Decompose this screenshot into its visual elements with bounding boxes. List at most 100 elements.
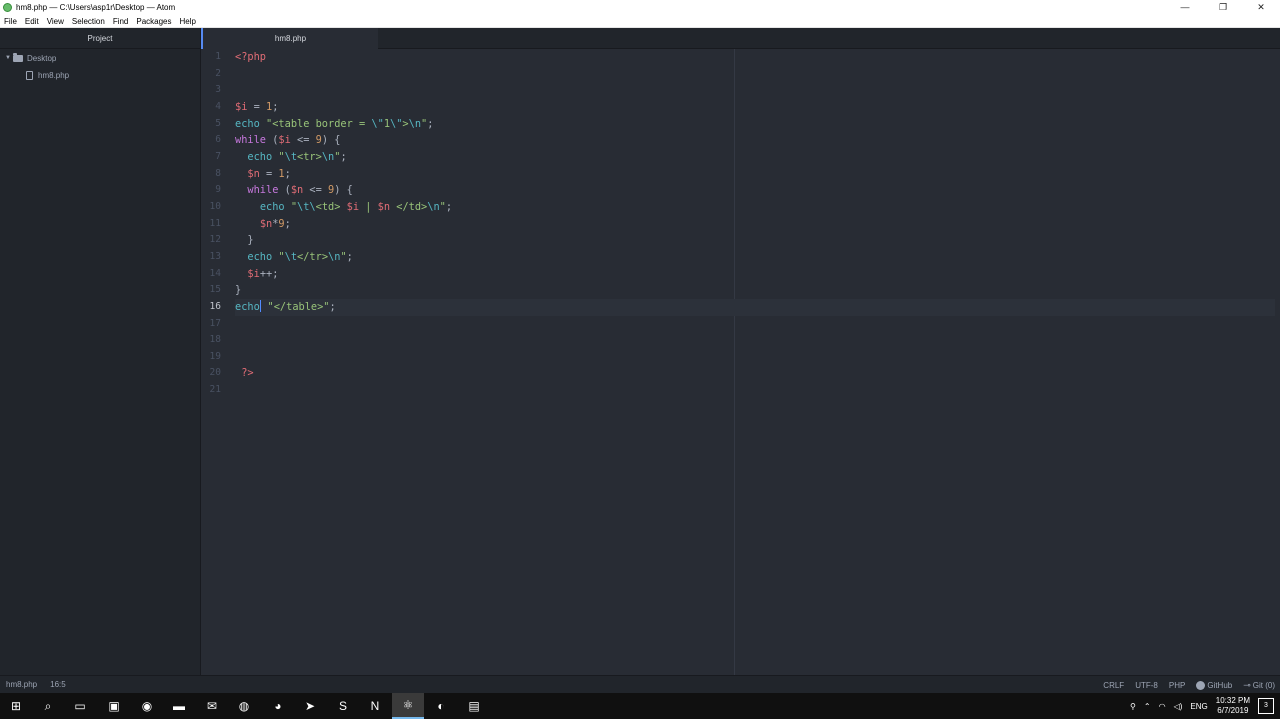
chevron-down-icon[interactable]: ▼ [5,50,13,67]
menu-file[interactable]: File [0,17,21,26]
line-number[interactable]: 8 [201,166,229,183]
language-indicator[interactable]: ENG [1190,702,1207,711]
chrome-icon[interactable]: ◍ [228,693,260,719]
close-button[interactable]: ✕ [1242,0,1280,15]
menu-help[interactable]: Help [176,17,200,26]
code-token: | [359,200,378,213]
discord-icon[interactable]: ◕ [262,693,294,719]
line-number[interactable]: 14 [201,266,229,283]
code-line[interactable]: echo "</table>"; [235,298,1275,316]
code-token: \n [427,200,440,213]
status-line-ending[interactable]: CRLF [1103,677,1124,695]
line-number[interactable]: 15 [201,282,229,299]
line-number[interactable]: 10 [201,199,229,216]
file-explorer-icon[interactable]: ▬ [163,693,195,719]
line-number-gutter[interactable]: 1 2 3 4 5 6 7 8 9 10 11 12 13 14 15 16 17 18 19 20 21 [201,49,229,399]
code-line[interactable]: $n*9; [235,216,1275,233]
menu-edit[interactable]: Edit [21,17,43,26]
code-editor[interactable]: 1 2 3 4 5 6 7 8 9 10 11 12 13 14 15 16 17 18 19 20 21 <?php $… [201,49,1280,675]
notification-icon[interactable]: 3 [1258,698,1274,714]
line-number[interactable]: 9 [201,182,229,199]
line-number[interactable]: 20 [201,365,229,382]
tree-file-hm8[interactable]: hm8.php [0,67,200,84]
menu-packages[interactable]: Packages [132,17,175,26]
status-github[interactable]: GitHub [1196,677,1232,695]
telegram-icon[interactable]: ➤ [294,693,326,719]
code-line[interactable]: while ($i <= 9) { [235,132,1275,149]
code-token: \" [390,117,403,130]
mail-icon[interactable]: ✉ [196,693,228,719]
line-number[interactable]: 19 [201,349,229,366]
code-lines[interactable]: <?php $i = 1; echo "<table border = \"1\">… [235,49,1275,399]
minimize-button[interactable]: — [1166,0,1204,15]
line-number[interactable]: 7 [201,149,229,166]
people-icon[interactable]: ⚲ [1130,702,1136,711]
menu-view[interactable]: View [43,17,68,26]
store-icon[interactable]: ▣ [98,693,130,719]
volume-icon[interactable]: ◁) [1174,702,1183,711]
code-line[interactable]: $n = 1; [235,166,1275,183]
clapper-icon[interactable]: ▤ [458,693,490,719]
line-number[interactable]: 6 [201,132,229,149]
code-line[interactable]: echo "\t<tr>\n"; [235,149,1275,166]
github-icon [1196,680,1206,690]
notification-count: 3 [1264,702,1268,709]
line-number[interactable]: 11 [201,216,229,233]
code-line[interactable]: <?php [235,49,1275,66]
skype-icon[interactable]: S [327,693,359,719]
line-number[interactable]: 21 [201,382,229,399]
task-view-icon[interactable]: ▭ [64,693,96,719]
line-number[interactable]: 13 [201,249,229,266]
line-number[interactable]: 16 [201,299,229,316]
start-icon[interactable]: ⊞ [0,693,32,719]
line-number[interactable]: 2 [201,66,229,83]
code-line[interactable]: } [235,282,1275,299]
status-file-name[interactable]: hm8.php [6,676,37,694]
menu-find[interactable]: Find [109,17,133,26]
atom-icon[interactable]: ⚛ [392,693,424,719]
code-token: \n [408,117,422,130]
notion-icon[interactable]: N [359,693,391,719]
line-number[interactable]: 4 [201,99,229,116]
line-number[interactable]: 5 [201,116,229,133]
code-line[interactable]: echo "\t\<td> $i | $n </td>\n"; [235,199,1275,216]
code-line[interactable]: } [235,232,1275,249]
code-token: $i [346,200,360,213]
chevron-up-icon[interactable]: ⌃ [1144,702,1151,711]
code-token: $i [278,134,291,147]
code-line[interactable]: echo "<table border = \"1\">\n"; [235,116,1275,133]
line-number[interactable]: 3 [201,82,229,99]
line-number[interactable]: 18 [201,332,229,349]
code-line[interactable] [235,349,1275,366]
line-number[interactable]: 1 [201,49,229,66]
code-line[interactable]: ?> [235,365,1275,382]
code-line[interactable]: echo "\t</tr>\n"; [235,249,1275,266]
code-line[interactable]: $i++; [235,266,1275,283]
restore-button[interactable]: ❐ [1204,0,1242,15]
code-line[interactable] [235,382,1275,399]
line-number[interactable]: 12 [201,232,229,249]
tab-hm8[interactable]: hm8.php [201,28,378,49]
git-label: Git (0) [1252,681,1275,690]
menu-selection[interactable]: Selection [68,17,109,26]
code-line[interactable] [235,66,1275,83]
status-grammar[interactable]: PHP [1169,677,1185,695]
code-line[interactable]: while ($n <= 9) { [235,182,1275,199]
app-circle-icon[interactable]: ◐ [425,693,457,719]
code-token: ++; [259,267,279,280]
line-number[interactable]: 17 [201,316,229,333]
status-encoding[interactable]: UTF-8 [1135,677,1158,695]
code-line[interactable] [235,316,1275,333]
code-line[interactable] [235,332,1275,349]
messenger-icon[interactable]: ◉ [131,693,163,719]
clock[interactable]: 10:32 PM 6/7/2019 [1216,696,1250,716]
project-tab[interactable]: Project [0,28,200,49]
network-icon[interactable]: ◠ [1159,702,1166,711]
code-line[interactable]: $i = 1; [235,99,1275,116]
tree-folder-desktop[interactable]: ▼ Desktop [0,50,200,67]
search-icon[interactable]: ⌕ [32,693,64,719]
status-cursor-position[interactable]: 16:5 [50,676,66,694]
code-line[interactable] [235,82,1275,99]
